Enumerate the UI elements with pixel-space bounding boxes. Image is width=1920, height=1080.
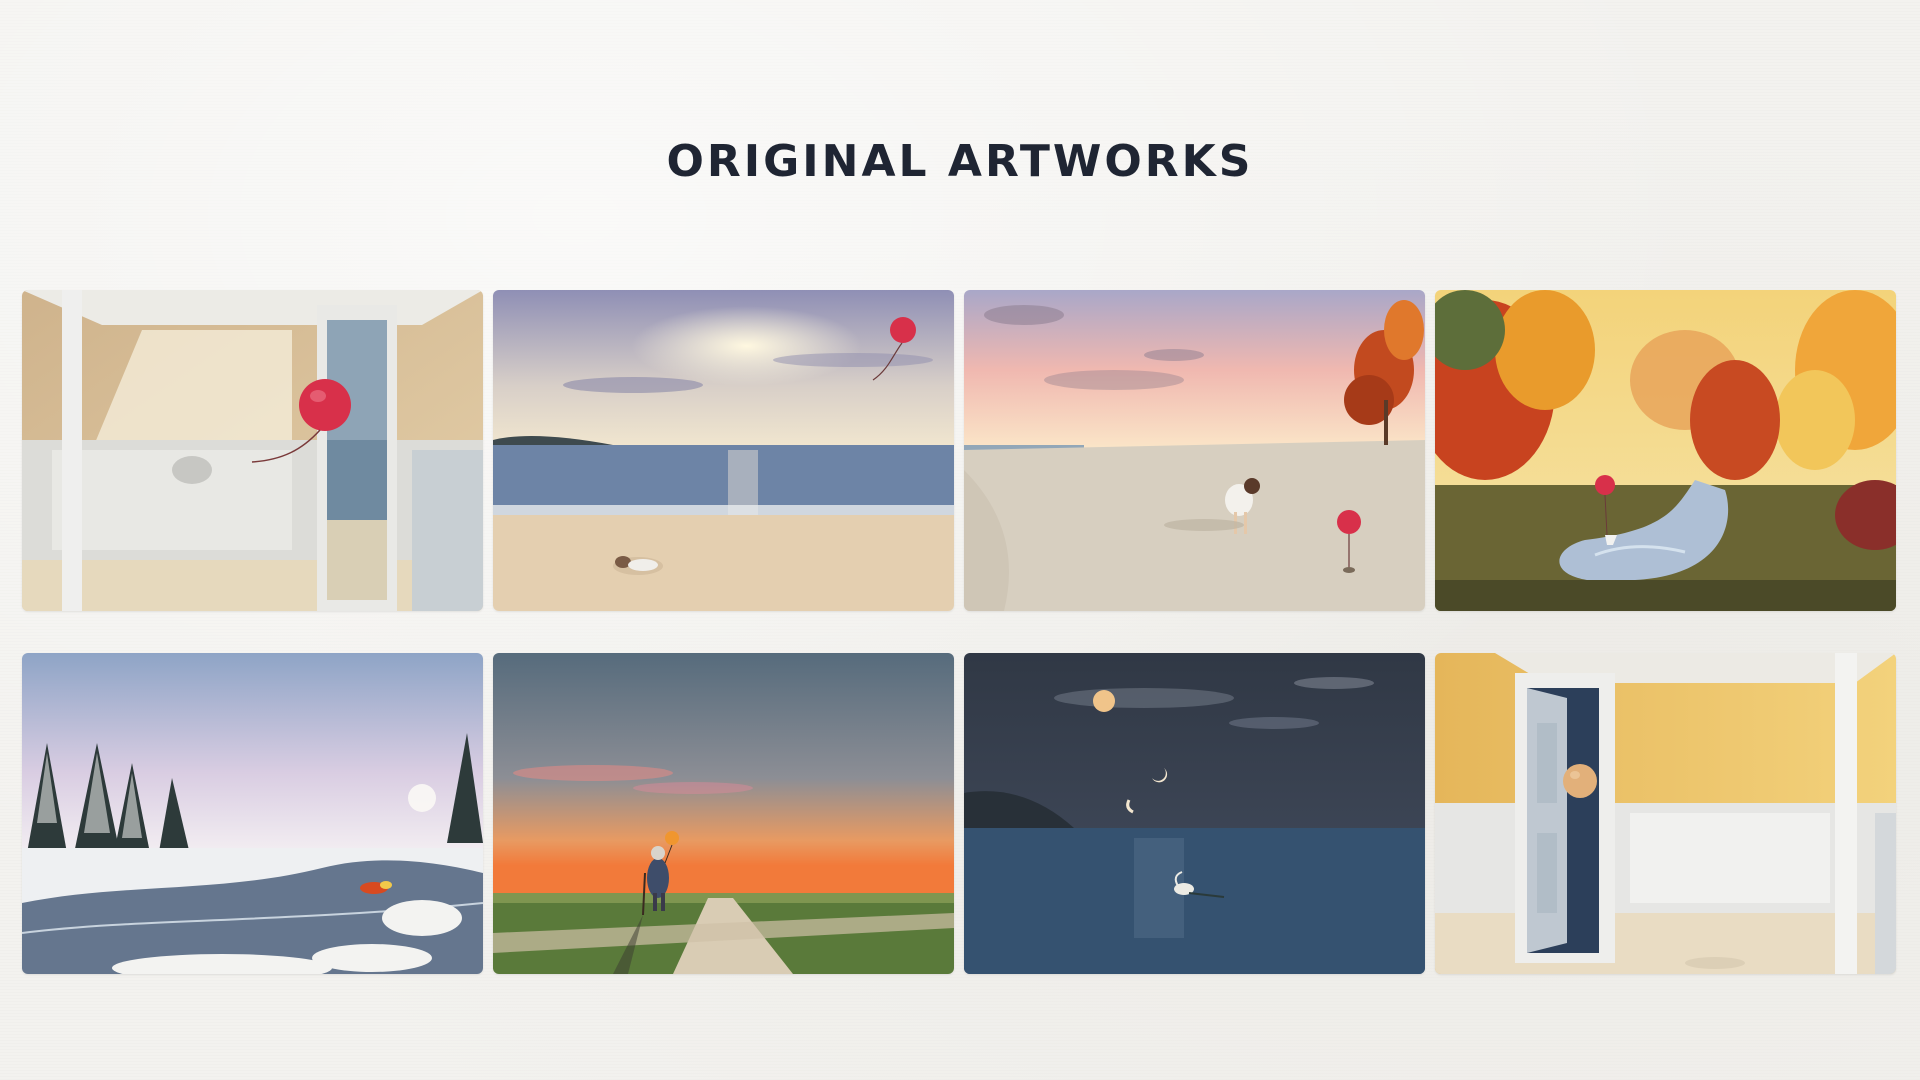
artwork-tile[interactable] (22, 290, 483, 611)
artwork-tile[interactable] (493, 653, 954, 974)
artwork-image-autumn-stream (1435, 290, 1896, 611)
artwork-tile[interactable] (1435, 290, 1896, 611)
artwork-image-beach-sunset (493, 290, 954, 611)
artwork-image-sunset-path (493, 653, 954, 974)
artwork-tile[interactable] (964, 290, 1425, 611)
artwork-tile[interactable] (964, 653, 1425, 974)
artwork-tile[interactable] (493, 290, 954, 611)
artwork-tile[interactable] (22, 653, 483, 974)
artwork-image-pink-beach-girl (964, 290, 1425, 611)
artwork-tile[interactable] (1435, 653, 1896, 974)
artwork-image-night-sea (964, 653, 1425, 974)
artwork-gallery (22, 290, 1896, 974)
artwork-image-snowy-river (22, 653, 483, 974)
page-title: ORIGINAL ARTWORKS (666, 136, 1254, 187)
artwork-image-room-red-balloon (22, 290, 483, 611)
artwork-image-yellow-room (1435, 653, 1896, 974)
